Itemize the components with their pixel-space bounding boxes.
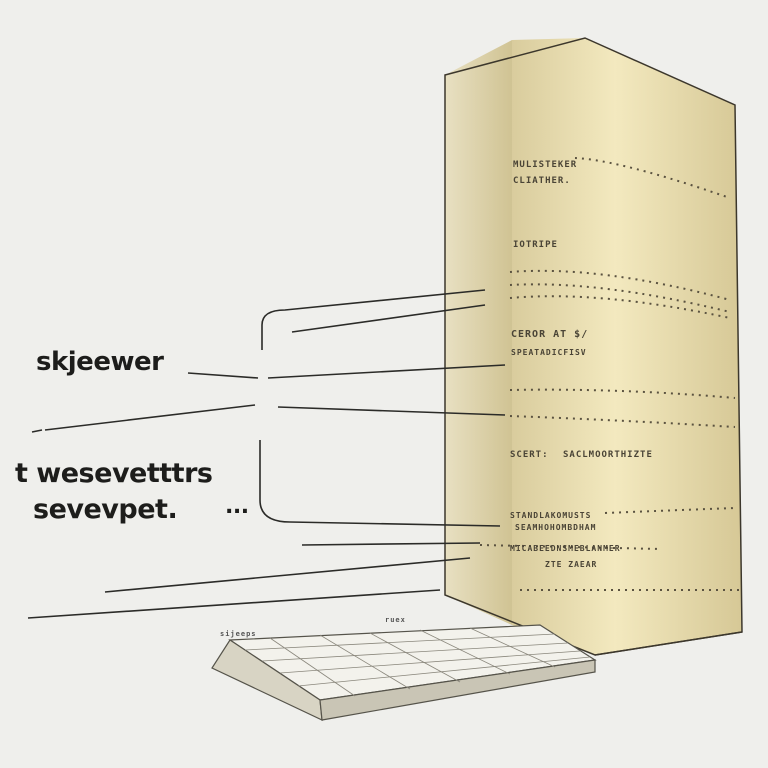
tower-text: SACLMOORTHIZTE [563, 450, 653, 460]
illustration [27, 37, 743, 721]
tower-text: STANDLAKOMUSTS [510, 511, 592, 520]
tower-text: ZTE ZAEAR [545, 560, 598, 569]
keyboard-text: ruex [385, 616, 406, 624]
keyboard [211, 624, 597, 721]
tower-text: SCERT: [510, 450, 549, 460]
callout-label-3: sevevpet. [33, 494, 178, 525]
callout-label-1: skjeewer [36, 347, 164, 377]
keyboard-text: sijeeps [220, 630, 257, 638]
tower-text: MICABEEDNSMEBLANMER [510, 544, 621, 553]
tower-text: CEROR AT $/ [511, 329, 589, 340]
callout-label-2: t wesevetttrs [15, 458, 213, 489]
tower-text: SEAMHOHOMBDHAM [515, 523, 597, 532]
tower-text: MULISTEKER [513, 160, 578, 170]
tower-text: CLIATHER. [513, 176, 571, 186]
leader-lines [27, 289, 506, 619]
tower-text: IOTRIPE [513, 240, 558, 250]
callout-label-3-ellipsis: ... [225, 494, 249, 519]
tower-text: SPEATADICFISV [511, 348, 587, 357]
